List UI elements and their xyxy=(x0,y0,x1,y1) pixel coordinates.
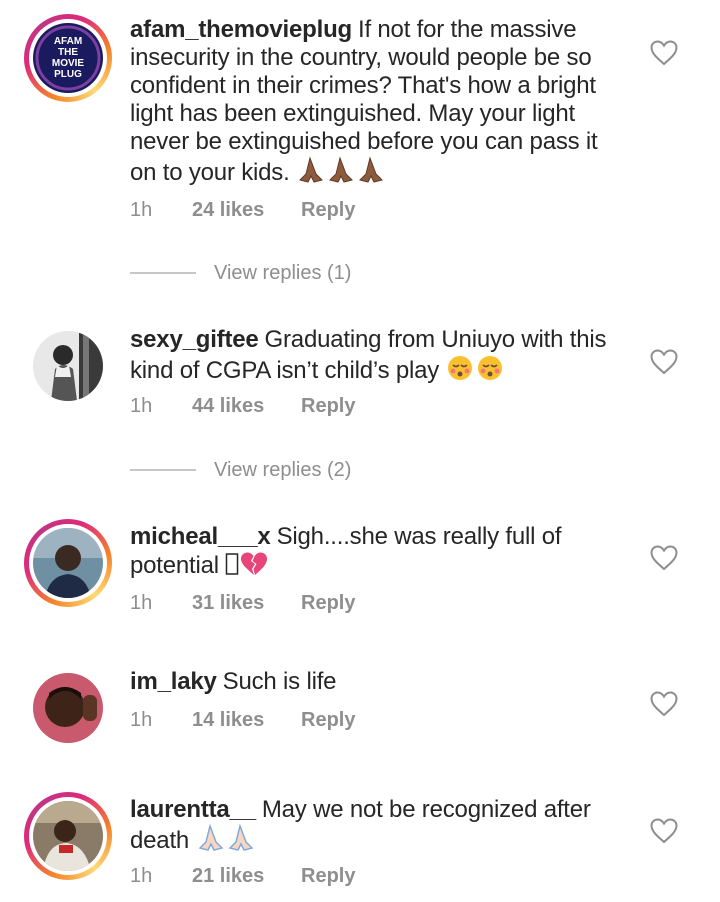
avatar[interactable]: AFAM THE MOVIE PLUG xyxy=(33,23,103,93)
comment-body: laurentta__ May we not be recognized afte… xyxy=(130,796,610,859)
missing-glyph-icon xyxy=(225,551,239,584)
view-replies-button[interactable]: View replies (1) xyxy=(130,259,430,287)
comment-timestamp: 1h xyxy=(130,395,153,417)
view-replies-label: View replies (1) xyxy=(214,262,352,284)
comment-likes-count[interactable]: 31 likes xyxy=(192,589,264,617)
folded-hands-icon xyxy=(296,156,386,191)
comment-body: sexy_giftee Graduating from Uniuyo with t… xyxy=(130,326,610,389)
avatar-container[interactable] xyxy=(24,664,112,752)
avatar[interactable] xyxy=(33,673,103,743)
reply-button[interactable]: Reply xyxy=(301,862,355,890)
heart-outline-icon[interactable] xyxy=(650,349,678,375)
heart-outline-icon[interactable] xyxy=(650,545,678,571)
comment-username[interactable]: sexy_giftee xyxy=(130,326,259,353)
heart-outline-icon[interactable] xyxy=(650,40,678,66)
avatar-story-ring[interactable]: AFAM THE MOVIE PLUG xyxy=(24,14,112,102)
avatar-story-ring[interactable] xyxy=(24,519,112,607)
reply-button[interactable]: Reply xyxy=(301,589,355,617)
comment-body: micheal___x Sigh....she was really full o… xyxy=(130,523,610,584)
avatar-container[interactable] xyxy=(24,322,112,410)
divider-line xyxy=(130,272,196,274)
avatar-logo-text: AFAM xyxy=(54,36,82,47)
avatar-logo-text: PLUG xyxy=(54,69,82,80)
kissing-face-icon xyxy=(446,354,504,389)
comment-body: im_laky Such is life xyxy=(130,668,610,696)
reply-button[interactable]: Reply xyxy=(301,196,355,224)
avatar-logo-text: THE xyxy=(58,47,78,58)
folded-hands-icon xyxy=(196,823,256,859)
avatar-story-ring[interactable] xyxy=(24,792,112,880)
broken-heart-icon xyxy=(239,551,269,584)
heart-outline-icon[interactable] xyxy=(650,818,678,844)
comment-username[interactable]: im_laky xyxy=(130,668,217,695)
comment-username[interactable]: micheal___x xyxy=(130,523,271,550)
avatar[interactable] xyxy=(33,801,103,871)
reply-button[interactable]: Reply xyxy=(301,706,355,734)
comment-text: Such is life xyxy=(222,668,337,695)
comment-likes-count[interactable]: 21 likes xyxy=(192,862,264,890)
reply-button[interactable]: Reply xyxy=(301,392,355,420)
view-replies-button[interactable]: View replies (2) xyxy=(130,456,430,484)
avatar[interactable] xyxy=(33,331,103,401)
divider-line xyxy=(130,469,196,471)
avatar[interactable] xyxy=(33,528,103,598)
comment-likes-count[interactable]: 44 likes xyxy=(192,392,264,420)
comment-timestamp: 1h xyxy=(130,709,153,731)
comment-likes-count[interactable]: 24 likes xyxy=(192,196,264,224)
comment-body: afam_themovieplug If not for the massive … xyxy=(130,16,610,191)
comment-timestamp: 1h xyxy=(130,865,153,887)
heart-outline-icon[interactable] xyxy=(650,691,678,717)
view-replies-label: View replies (2) xyxy=(214,459,352,481)
comment-timestamp: 1h xyxy=(130,199,153,221)
avatar-logo-text: MOVIE xyxy=(52,58,85,69)
comment-likes-count[interactable]: 14 likes xyxy=(192,706,264,734)
comment-username[interactable]: laurentta__ xyxy=(130,796,256,823)
comment-timestamp: 1h xyxy=(130,592,153,614)
comment-username[interactable]: afam_themovieplug xyxy=(130,16,352,43)
